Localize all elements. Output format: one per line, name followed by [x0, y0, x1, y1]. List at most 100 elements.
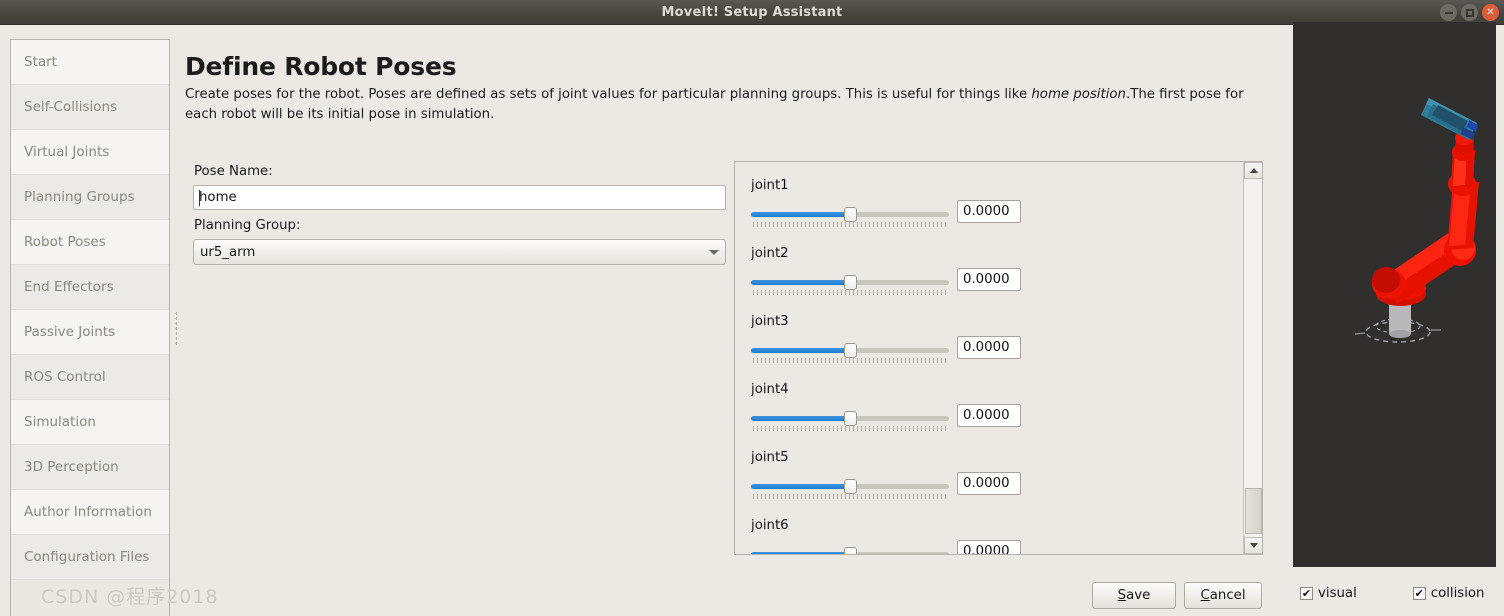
joint-label: joint4 — [751, 382, 789, 397]
cancel-button[interactable]: Cancel — [1184, 582, 1262, 609]
main-content: Define Robot Poses Create poses for the … — [183, 25, 1288, 616]
chevron-up-icon — [1249, 168, 1258, 173]
joint-value-field[interactable]: 0.0000 — [957, 200, 1021, 223]
joint-row: joint6 0.0000 — [751, 518, 1221, 554]
sidebar-item-label: ROS Control — [24, 369, 106, 385]
joint-slider[interactable] — [751, 342, 949, 364]
slider-ticks — [753, 494, 947, 499]
title-bar: MoveIt! Setup Assistant ✕ — [0, 0, 1504, 25]
slider-fill — [751, 212, 850, 217]
close-button[interactable]: ✕ — [1482, 4, 1499, 21]
joint-row: joint5 0.0000 — [751, 450, 1221, 500]
sidebar-item-label: Simulation — [24, 414, 96, 430]
sidebar-item-author-information[interactable]: Author Information — [11, 490, 169, 535]
sidebar-item-start[interactable]: Start — [11, 40, 169, 85]
minimize-icon — [1444, 11, 1453, 14]
joints-scrollbar[interactable] — [1243, 162, 1262, 554]
sidebar-splitter[interactable] — [171, 39, 180, 616]
planning-group-select[interactable]: ur5_arm — [193, 239, 726, 265]
slider-handle[interactable] — [844, 479, 857, 494]
joint-label: joint3 — [751, 314, 789, 329]
minimize-button[interactable] — [1440, 4, 1457, 21]
scroll-up-button[interactable] — [1244, 162, 1262, 179]
check-icon: ✔ — [1414, 587, 1424, 600]
sidebar-item-label: Passive Joints — [24, 324, 116, 340]
slider-handle[interactable] — [844, 411, 857, 426]
navigation-sidebar: Start Self-Collisions Virtual Joints Pla… — [10, 39, 170, 616]
sidebar-item-robot-poses[interactable]: Robot Poses — [11, 220, 169, 265]
sidebar-item-ros-control[interactable]: ROS Control — [11, 355, 169, 400]
app-body: Start Self-Collisions Virtual Joints Pla… — [0, 25, 1504, 616]
sidebar-item-configuration-files[interactable]: Configuration Files — [11, 535, 169, 580]
joint-value-field[interactable]: 0.0000 — [957, 472, 1021, 495]
window-title: MoveIt! Setup Assistant — [661, 4, 843, 20]
joint-slider[interactable] — [751, 206, 949, 228]
planning-group-label: Planning Group: — [194, 218, 301, 233]
joint-value-field[interactable]: 0.0000 — [957, 336, 1021, 359]
sidebar-item-label: Planning Groups — [24, 189, 135, 205]
sidebar-item-label: Configuration Files — [24, 549, 150, 565]
close-icon: ✕ — [1486, 6, 1495, 18]
joint-label: joint2 — [751, 246, 789, 261]
chevron-down-icon — [1249, 543, 1258, 548]
sidebar-item-end-effectors[interactable]: End Effectors — [11, 265, 169, 310]
visual-checkbox[interactable]: ✔ — [1300, 587, 1313, 600]
sidebar-item-3d-perception[interactable]: 3D Perception — [11, 445, 169, 490]
pose-name-label: Pose Name: — [194, 164, 273, 179]
maximize-button[interactable] — [1461, 4, 1478, 21]
collision-checkbox[interactable]: ✔ — [1412, 587, 1426, 600]
joint-value-field[interactable]: 0.0000 — [957, 540, 1021, 554]
joint-slider[interactable] — [751, 274, 949, 296]
slider-handle[interactable] — [844, 207, 857, 222]
collision-label: collision — [1430, 586, 1485, 601]
joint-value-field[interactable]: 0.0000 — [957, 268, 1021, 291]
scrollbar-thumb[interactable] — [1245, 488, 1262, 534]
joint-row: joint3 0.0000 — [751, 314, 1221, 364]
slider-ticks — [753, 358, 947, 363]
maximize-icon — [1465, 8, 1474, 17]
joint-row: joint4 0.0000 — [751, 382, 1221, 432]
joint-slider[interactable] — [751, 410, 949, 432]
slider-fill — [751, 484, 850, 489]
planning-group-value: ur5_arm — [200, 244, 256, 260]
joint-label: joint6 — [751, 518, 789, 533]
page-description: Create poses for the robot. Poses are de… — [185, 85, 1262, 125]
robot-render — [1293, 22, 1496, 567]
description-text-1: Create poses for the robot. Poses are de… — [185, 87, 1032, 102]
visual-label: visual — [1318, 586, 1357, 601]
slider-fill — [751, 416, 850, 421]
robot-3d-viewport[interactable] — [1293, 22, 1496, 567]
slider-ticks — [753, 222, 947, 227]
sidebar-item-label: Virtual Joints — [24, 144, 110, 160]
sidebar-item-label: Robot Poses — [24, 234, 106, 250]
slider-handle[interactable] — [844, 547, 857, 554]
joint-slider[interactable] — [751, 478, 949, 500]
window-controls: ✕ — [1440, 4, 1499, 21]
pose-name-input[interactable]: home — [193, 185, 726, 210]
description-emphasis: home position — [1031, 87, 1126, 102]
joint-row: joint1 0.0000 — [751, 178, 1221, 228]
slider-fill — [751, 552, 850, 554]
cancel-label: ancel — [1209, 588, 1246, 603]
sidebar-item-virtual-joints[interactable]: Virtual Joints — [11, 130, 169, 175]
joint-row: joint2 0.0000 — [751, 246, 1221, 296]
sidebar-item-label: 3D Perception — [24, 459, 119, 475]
slider-fill — [751, 280, 850, 285]
joint-sliders-list: joint1 0.0000 joint2 0.0000 joint3 0.000… — [735, 162, 1243, 554]
sidebar-item-self-collisions[interactable]: Self-Collisions — [11, 85, 169, 130]
display-toggles: ✔ visual ✔ collision — [1300, 586, 1484, 601]
sidebar-item-simulation[interactable]: Simulation — [11, 400, 169, 445]
joint-label: joint1 — [751, 178, 789, 193]
joint-value-field[interactable]: 0.0000 — [957, 404, 1021, 427]
sidebar-item-passive-joints[interactable]: Passive Joints — [11, 310, 169, 355]
sidebar-item-planning-groups[interactable]: Planning Groups — [11, 175, 169, 220]
slider-handle[interactable] — [844, 343, 857, 358]
splitter-grip-icon — [174, 310, 177, 345]
joint-slider[interactable] — [751, 546, 949, 554]
scroll-down-button[interactable] — [1244, 537, 1262, 554]
slider-handle[interactable] — [844, 275, 857, 290]
joint-sliders-panel: joint1 0.0000 joint2 0.0000 joint3 0.000… — [734, 161, 1263, 555]
chevron-down-icon — [709, 249, 719, 255]
save-button[interactable]: Save — [1092, 582, 1176, 609]
sidebar-filler — [11, 580, 169, 616]
